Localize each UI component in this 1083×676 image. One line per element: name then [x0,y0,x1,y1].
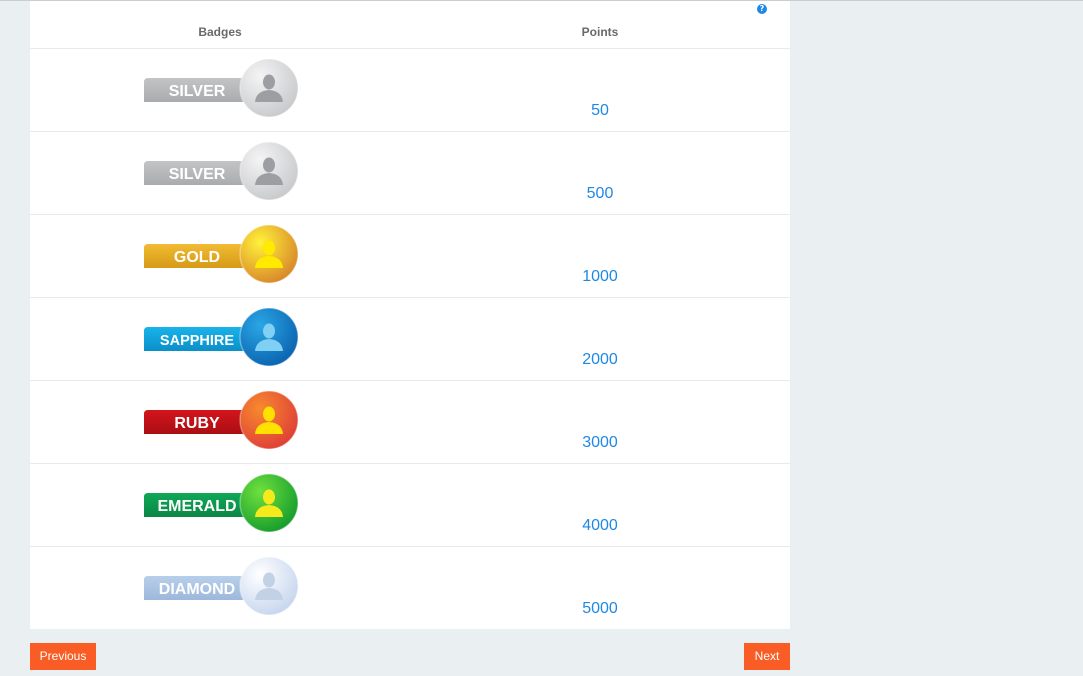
badge-label: RUBY [174,415,220,432]
table-row: RUBY 3000 [30,381,790,464]
table-row: SILVER 500 [30,132,790,215]
previous-button[interactable]: Previous [30,643,96,670]
points-value: 50 [591,102,609,119]
badges-table-panel: ? Badges Points SILVER 50 SILVER 500 GOLD 100… [30,1,790,629]
badge-image-silver: SILVER [142,58,300,118]
table-row: GOLD 1000 [30,215,790,298]
badge-image-silver: SILVER [142,141,300,201]
table-row: DIAMOND 5000 [30,547,790,629]
badge-image-ruby: RUBY [142,390,300,450]
points-value: 5000 [582,600,618,617]
badge-label: EMERALD [157,498,236,515]
points-value: 1000 [582,268,618,285]
table-body: SILVER 50 SILVER 500 GOLD 1000 SAPPHIRE 2000 RUB… [30,49,790,629]
points-value: 4000 [582,517,618,534]
badge-image-emerald: EMERALD [142,473,300,533]
points-column-header: Points [581,25,619,39]
points-value: 3000 [582,434,618,451]
badge-label: SAPPHIRE [160,333,234,349]
badge-label: DIAMOND [159,581,235,598]
badge-image-gold: GOLD [142,224,300,284]
table-row: SAPPHIRE 2000 [30,298,790,381]
badge-label: SILVER [169,83,226,100]
next-button[interactable]: Next [744,643,790,670]
badge-image-sapphire: SAPPHIRE [142,307,300,367]
badge-label: SILVER [169,166,226,183]
points-value: 2000 [582,351,618,368]
badge-label: GOLD [174,249,220,266]
table-row: SILVER 50 [30,49,790,132]
points-value: 500 [586,185,614,202]
badge-image-diamond: DIAMOND [142,556,300,616]
table-row: EMERALD 4000 [30,464,790,547]
table-header: Badges Points [30,1,790,49]
badges-column-header: Badges [198,25,242,39]
